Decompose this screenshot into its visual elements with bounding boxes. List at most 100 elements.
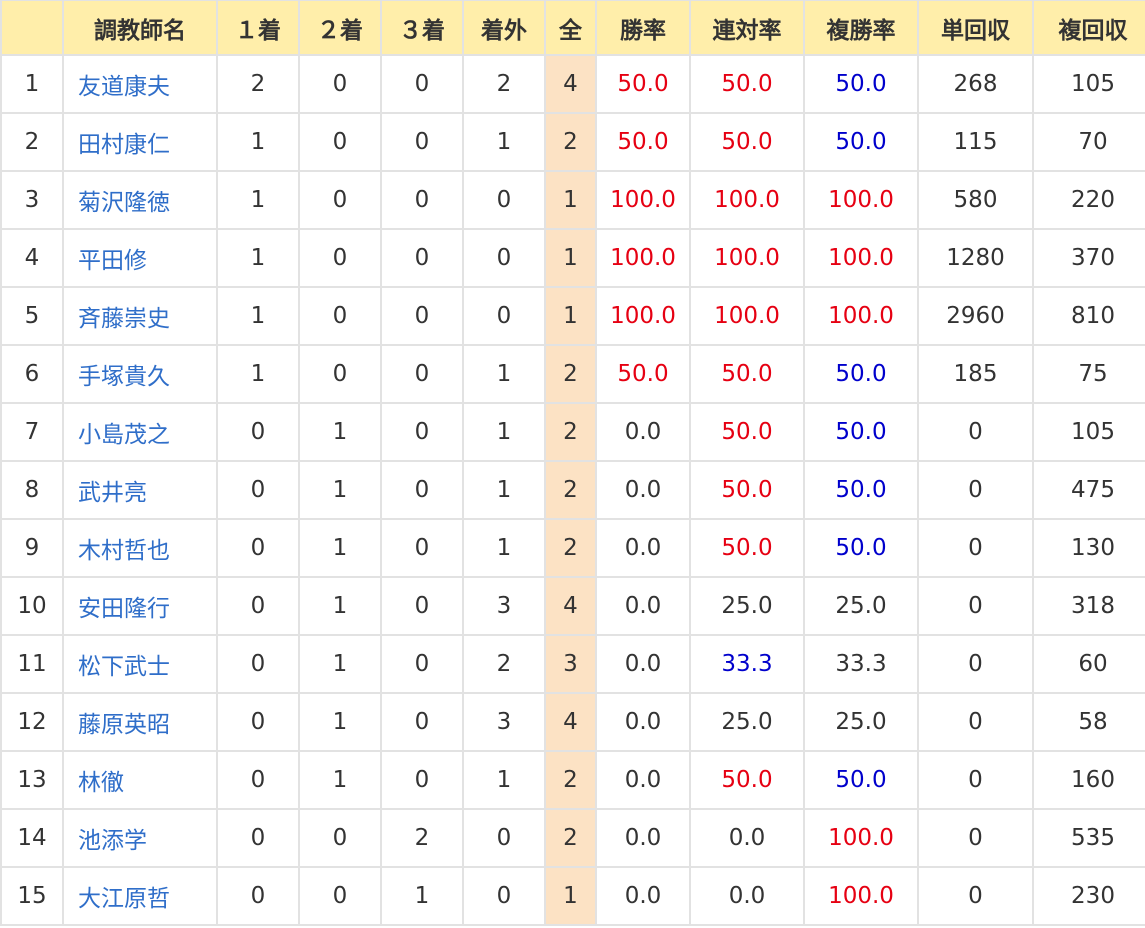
- show-return-cell: 105: [1032, 54, 1145, 114]
- second-place-cell: 1: [298, 460, 382, 520]
- show-rate-cell: 100.0: [803, 228, 919, 288]
- trainer-name-link[interactable]: 手塚貴久: [78, 364, 170, 390]
- trainer-name-link[interactable]: 林徹: [78, 770, 124, 796]
- table-row: 8 武井亮 0 1 0 1 2 0.0 50.0 50.0 0 475: [0, 460, 1145, 520]
- rank-cell: 7: [0, 402, 64, 462]
- trainer-name-link[interactable]: 平田修: [78, 248, 147, 274]
- out-of-place-cell: 1: [462, 402, 546, 462]
- show-return-cell: 160: [1032, 750, 1145, 810]
- out-of-place-cell: 3: [462, 576, 546, 636]
- trainer-name-link[interactable]: 田村康仁: [78, 132, 170, 158]
- table-row: 6 手塚貴久 1 0 0 1 2 50.0 50.0 50.0 185 75: [0, 344, 1145, 404]
- third-place-cell: 0: [380, 112, 464, 172]
- place-rate-cell: 50.0: [689, 344, 805, 404]
- second-place-cell: 1: [298, 518, 382, 578]
- show-return-cell: 370: [1032, 228, 1145, 288]
- win-return-cell: 0: [917, 634, 1034, 694]
- table-row: 15 大江原哲 0 0 1 0 1 0.0 0.0 100.0 0 230: [0, 866, 1145, 926]
- trainer-name-cell: 斉藤崇史: [62, 286, 218, 346]
- third-place-cell: 0: [380, 54, 464, 114]
- trainer-name-link[interactable]: 池添学: [78, 828, 147, 854]
- third-place-cell: 0: [380, 576, 464, 636]
- show-rate-cell: 100.0: [803, 170, 919, 230]
- out-of-place-cell: 1: [462, 112, 546, 172]
- win-return-cell: 0: [917, 692, 1034, 752]
- first-place-cell: 1: [216, 344, 300, 404]
- second-place-cell: 0: [298, 808, 382, 868]
- first-place-cell: 0: [216, 866, 300, 926]
- win-rate-cell: 100.0: [595, 228, 691, 288]
- place-rate-cell: 50.0: [689, 460, 805, 520]
- first-place-cell: 0: [216, 634, 300, 694]
- win-return-cell: 185: [917, 344, 1034, 404]
- total-runs-cell: 1: [544, 228, 597, 288]
- second-place-cell: 0: [298, 112, 382, 172]
- trainer-name-header: 調教師名: [62, 0, 218, 56]
- trainer-name-link[interactable]: 大江原哲: [78, 886, 170, 912]
- win-rate-cell: 0.0: [595, 576, 691, 636]
- trainer-name-cell: 安田隆行: [62, 576, 218, 636]
- rank-cell: 3: [0, 170, 64, 230]
- third-place-cell: 2: [380, 808, 464, 868]
- rank-cell: 8: [0, 460, 64, 520]
- show-rate-header: 複勝率: [803, 0, 919, 56]
- total-runs-cell: 2: [544, 808, 597, 868]
- show-rate-cell: 50.0: [803, 344, 919, 404]
- win-return-cell: 2960: [917, 286, 1034, 346]
- third-place-cell: 0: [380, 286, 464, 346]
- win-return-cell: 580: [917, 170, 1034, 230]
- trainer-name-link[interactable]: 友道康夫: [78, 74, 170, 100]
- show-return-cell: 810: [1032, 286, 1145, 346]
- win-return-cell: 0: [917, 808, 1034, 868]
- show-return-cell: 75: [1032, 344, 1145, 404]
- second-place-cell: 0: [298, 866, 382, 926]
- trainer-name-cell: 池添学: [62, 808, 218, 868]
- win-rate-cell: 0.0: [595, 460, 691, 520]
- trainer-name-link[interactable]: 小島茂之: [78, 422, 170, 448]
- trainer-name-link[interactable]: 斉藤崇史: [78, 306, 170, 332]
- trainer-name-cell: 小島茂之: [62, 402, 218, 462]
- first-place-cell: 0: [216, 460, 300, 520]
- rank-header: [0, 0, 64, 56]
- total-runs-cell: 2: [544, 750, 597, 810]
- win-rate-cell: 100.0: [595, 286, 691, 346]
- third-place-cell: 0: [380, 460, 464, 520]
- trainer-name-cell: 菊沢隆徳: [62, 170, 218, 230]
- total-runs-cell: 1: [544, 866, 597, 926]
- win-rate-cell: 0.0: [595, 692, 691, 752]
- third-place-cell: 1: [380, 866, 464, 926]
- win-rate-cell: 0.0: [595, 402, 691, 462]
- trainer-name-link[interactable]: 菊沢隆徳: [78, 190, 170, 216]
- show-rate-cell: 33.3: [803, 634, 919, 694]
- trainer-name-link[interactable]: 松下武士: [78, 654, 170, 680]
- out-of-place-header: 着外: [462, 0, 546, 56]
- trainer-name-cell: 林徹: [62, 750, 218, 810]
- out-of-place-cell: 1: [462, 460, 546, 520]
- trainer-stats-table: 調教師名 １着 ２着 ３着 着外全勝率 連対率 複勝率 単回収 複回収 1 友道康夫 2 0 0 2 4 50…: [0, 0, 1145, 926]
- total-runs-cell: 2: [544, 402, 597, 462]
- trainer-name-cell: 平田修: [62, 228, 218, 288]
- total-runs-cell: 2: [544, 460, 597, 520]
- total-runs-cell: 4: [544, 54, 597, 114]
- win-rate-cell: 0.0: [595, 518, 691, 578]
- win-return-cell: 0: [917, 576, 1034, 636]
- header-row: 調教師名 １着 ２着 ３着 着外全勝率 連対率 複勝率 単回収 複回収: [0, 0, 1145, 56]
- third-place-cell: 0: [380, 170, 464, 230]
- second-place-cell: 1: [298, 576, 382, 636]
- trainer-name-link[interactable]: 安田隆行: [78, 596, 170, 622]
- win-return-cell: 0: [917, 518, 1034, 578]
- total-runs-cell: 2: [544, 344, 597, 404]
- trainer-name-link[interactable]: 武井亮: [78, 480, 147, 506]
- out-of-place-cell: 0: [462, 866, 546, 926]
- win-rate-cell: 0.0: [595, 866, 691, 926]
- first-place-cell: 0: [216, 402, 300, 462]
- trainer-name-link[interactable]: 木村哲也: [78, 538, 170, 564]
- win-rate-cell: 0.0: [595, 808, 691, 868]
- first-place-cell: 1: [216, 112, 300, 172]
- trainer-name-cell: 手塚貴久: [62, 344, 218, 404]
- second-place-cell: 0: [298, 170, 382, 230]
- rank-cell: 9: [0, 518, 64, 578]
- show-return-cell: 535: [1032, 808, 1145, 868]
- trainer-name-link[interactable]: 藤原英昭: [78, 712, 170, 738]
- out-of-place-cell: 1: [462, 344, 546, 404]
